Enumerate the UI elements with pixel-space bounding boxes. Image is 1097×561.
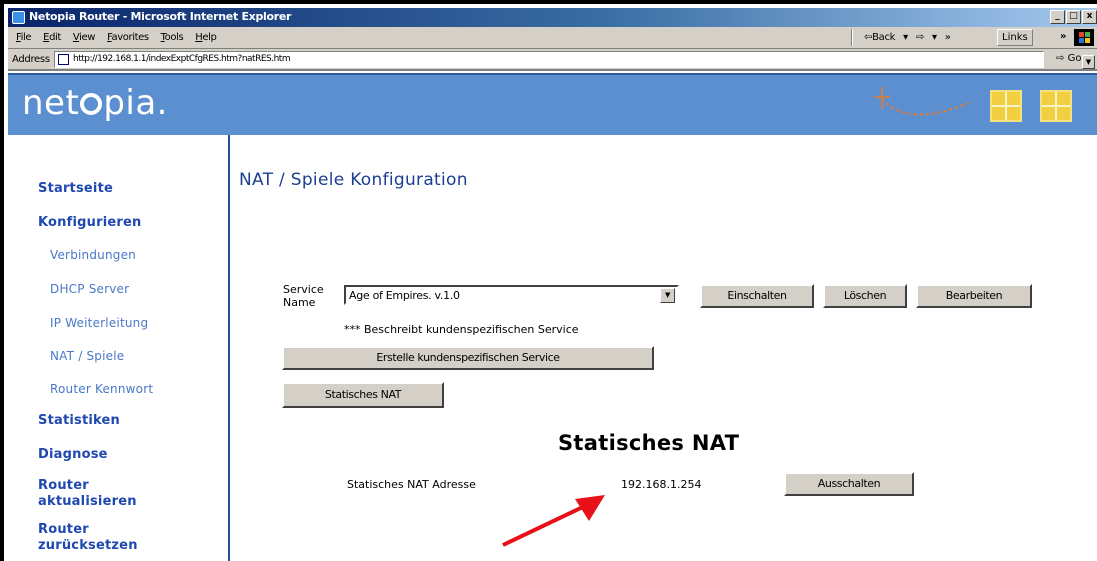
- toolbar-more-icon[interactable]: »: [945, 32, 951, 43]
- close-button[interactable]: x: [1082, 10, 1097, 24]
- links-button[interactable]: Links: [997, 29, 1033, 46]
- custom-service-note: *** Beschreibt kundenspezifischen Servic…: [344, 323, 579, 336]
- menu-favorites[interactable]: Favorites: [107, 32, 149, 43]
- address-url[interactable]: http://192.168.1.1/indexExptCfgRES.htm?n…: [73, 54, 291, 64]
- window-icon: [1040, 90, 1072, 122]
- sidebar-item-router-aktualisieren[interactable]: Router aktualisieren: [38, 478, 136, 510]
- back-dropdown-icon[interactable]: ▾: [903, 32, 908, 43]
- maximize-button[interactable]: □: [1066, 10, 1081, 24]
- dotted-arrow-icon: [874, 87, 969, 116]
- menu-tools[interactable]: Tools: [161, 32, 184, 43]
- logo-o-ring: [80, 93, 103, 115]
- static-nat-address-value: 192.168.1.254: [621, 478, 702, 491]
- nav-buttons: ⇦Back ▾ ⇨ ▾ »: [864, 32, 951, 43]
- service-name-label: Service Name: [283, 283, 324, 309]
- red-arrow-icon: [502, 495, 605, 547]
- ie-icon: [12, 11, 25, 24]
- netopia-header: net pia.: [8, 73, 1097, 135]
- menu-file[interactable]: File: [16, 32, 32, 43]
- window-title: Netopia Router - Microsoft Internet Expl…: [29, 10, 292, 23]
- title-bar: Netopia Router - Microsoft Internet Expl…: [8, 8, 1097, 27]
- sidebar-item-ip-weiterleitung[interactable]: IP Weiterleitung: [50, 316, 148, 330]
- logo-text-start: net: [22, 83, 80, 123]
- sidebar-nav: Startseite Konfigurieren Verbindungen DH…: [8, 135, 230, 561]
- sidebar-item-verbindungen[interactable]: Verbindungen: [50, 248, 136, 262]
- sidebar-item-diagnose[interactable]: Diagnose: [38, 447, 108, 463]
- back-button[interactable]: ⇦Back: [864, 32, 895, 43]
- dropdown-arrow-icon[interactable]: ▼: [660, 288, 675, 303]
- forward-dropdown-icon[interactable]: ▾: [932, 32, 937, 43]
- sidebar-item-startseite[interactable]: Startseite: [38, 181, 113, 197]
- sidebar-item-dhcp-server[interactable]: DHCP Server: [50, 282, 129, 296]
- menu-help[interactable]: Help: [195, 32, 217, 43]
- address-dropdown-icon[interactable]: ▼: [1082, 55, 1095, 69]
- static-nat-heading: Statisches NAT: [558, 431, 740, 455]
- sidebar-item-konfigurieren[interactable]: Konfigurieren: [38, 215, 141, 231]
- sidebar-item-nat-spiele[interactable]: NAT / Spiele: [50, 349, 124, 363]
- create-custom-service-button[interactable]: Erstelle kundenspezifischen Service: [282, 346, 654, 370]
- netopia-logo: net pia.: [22, 83, 168, 123]
- delete-button[interactable]: Löschen: [823, 284, 907, 308]
- minimize-button[interactable]: _: [1050, 10, 1065, 24]
- go-label: Go: [1067, 53, 1082, 64]
- address-input[interactable]: http://192.168.1.1/indexExptCfgRES.htm?n…: [54, 51, 1095, 69]
- menu-list: File Edit View Favorites Tools Help: [16, 32, 217, 43]
- disable-button[interactable]: Ausschalten: [784, 472, 914, 496]
- browser-window: Netopia Router - Microsoft Internet Expl…: [0, 0, 1097, 561]
- menu-bar: File Edit View Favorites Tools Help ⇦Bac…: [8, 27, 1097, 49]
- static-nat-address-label: Statisches NAT Adresse: [347, 478, 476, 491]
- service-select-value: Age of Empires. v.1.0: [349, 289, 460, 302]
- service-select[interactable]: Age of Empires. v.1.0 ▼: [344, 285, 679, 305]
- edit-button[interactable]: Bearbeiten: [916, 284, 1032, 308]
- enable-button[interactable]: Einschalten: [700, 284, 814, 308]
- static-nat-button[interactable]: Statisches NAT: [282, 382, 444, 408]
- sidebar-item-router-zuruecksetzen[interactable]: Router zurücksetzen: [38, 522, 148, 554]
- go-button[interactable]: ⇨ Go: [1056, 53, 1081, 64]
- go-icon: ⇨: [1056, 53, 1065, 64]
- window-controls: _ □ x: [1050, 10, 1097, 24]
- forward-button[interactable]: ⇨: [916, 32, 924, 43]
- window-icon: [990, 90, 1022, 122]
- address-bar: Address http://192.168.1.1/indexExptCfgR…: [8, 49, 1097, 71]
- sidebar-item-statistiken[interactable]: Statistiken: [38, 413, 120, 429]
- toolbar-separator: [851, 29, 853, 46]
- sidebar-item-router-kennwort[interactable]: Router Kennwort: [50, 382, 153, 396]
- page-title: NAT / Spiele Konfiguration: [239, 170, 468, 190]
- links-more-icon[interactable]: »: [1060, 31, 1066, 42]
- main-content: NAT / Spiele Konfiguration Service Name …: [232, 135, 1097, 561]
- windows-flag-icon: [1074, 29, 1094, 46]
- page-icon: [58, 54, 69, 65]
- menu-view[interactable]: View: [73, 32, 96, 43]
- address-label: Address: [12, 54, 50, 65]
- menu-edit[interactable]: Edit: [43, 32, 61, 43]
- logo-text-end: pia.: [103, 83, 168, 123]
